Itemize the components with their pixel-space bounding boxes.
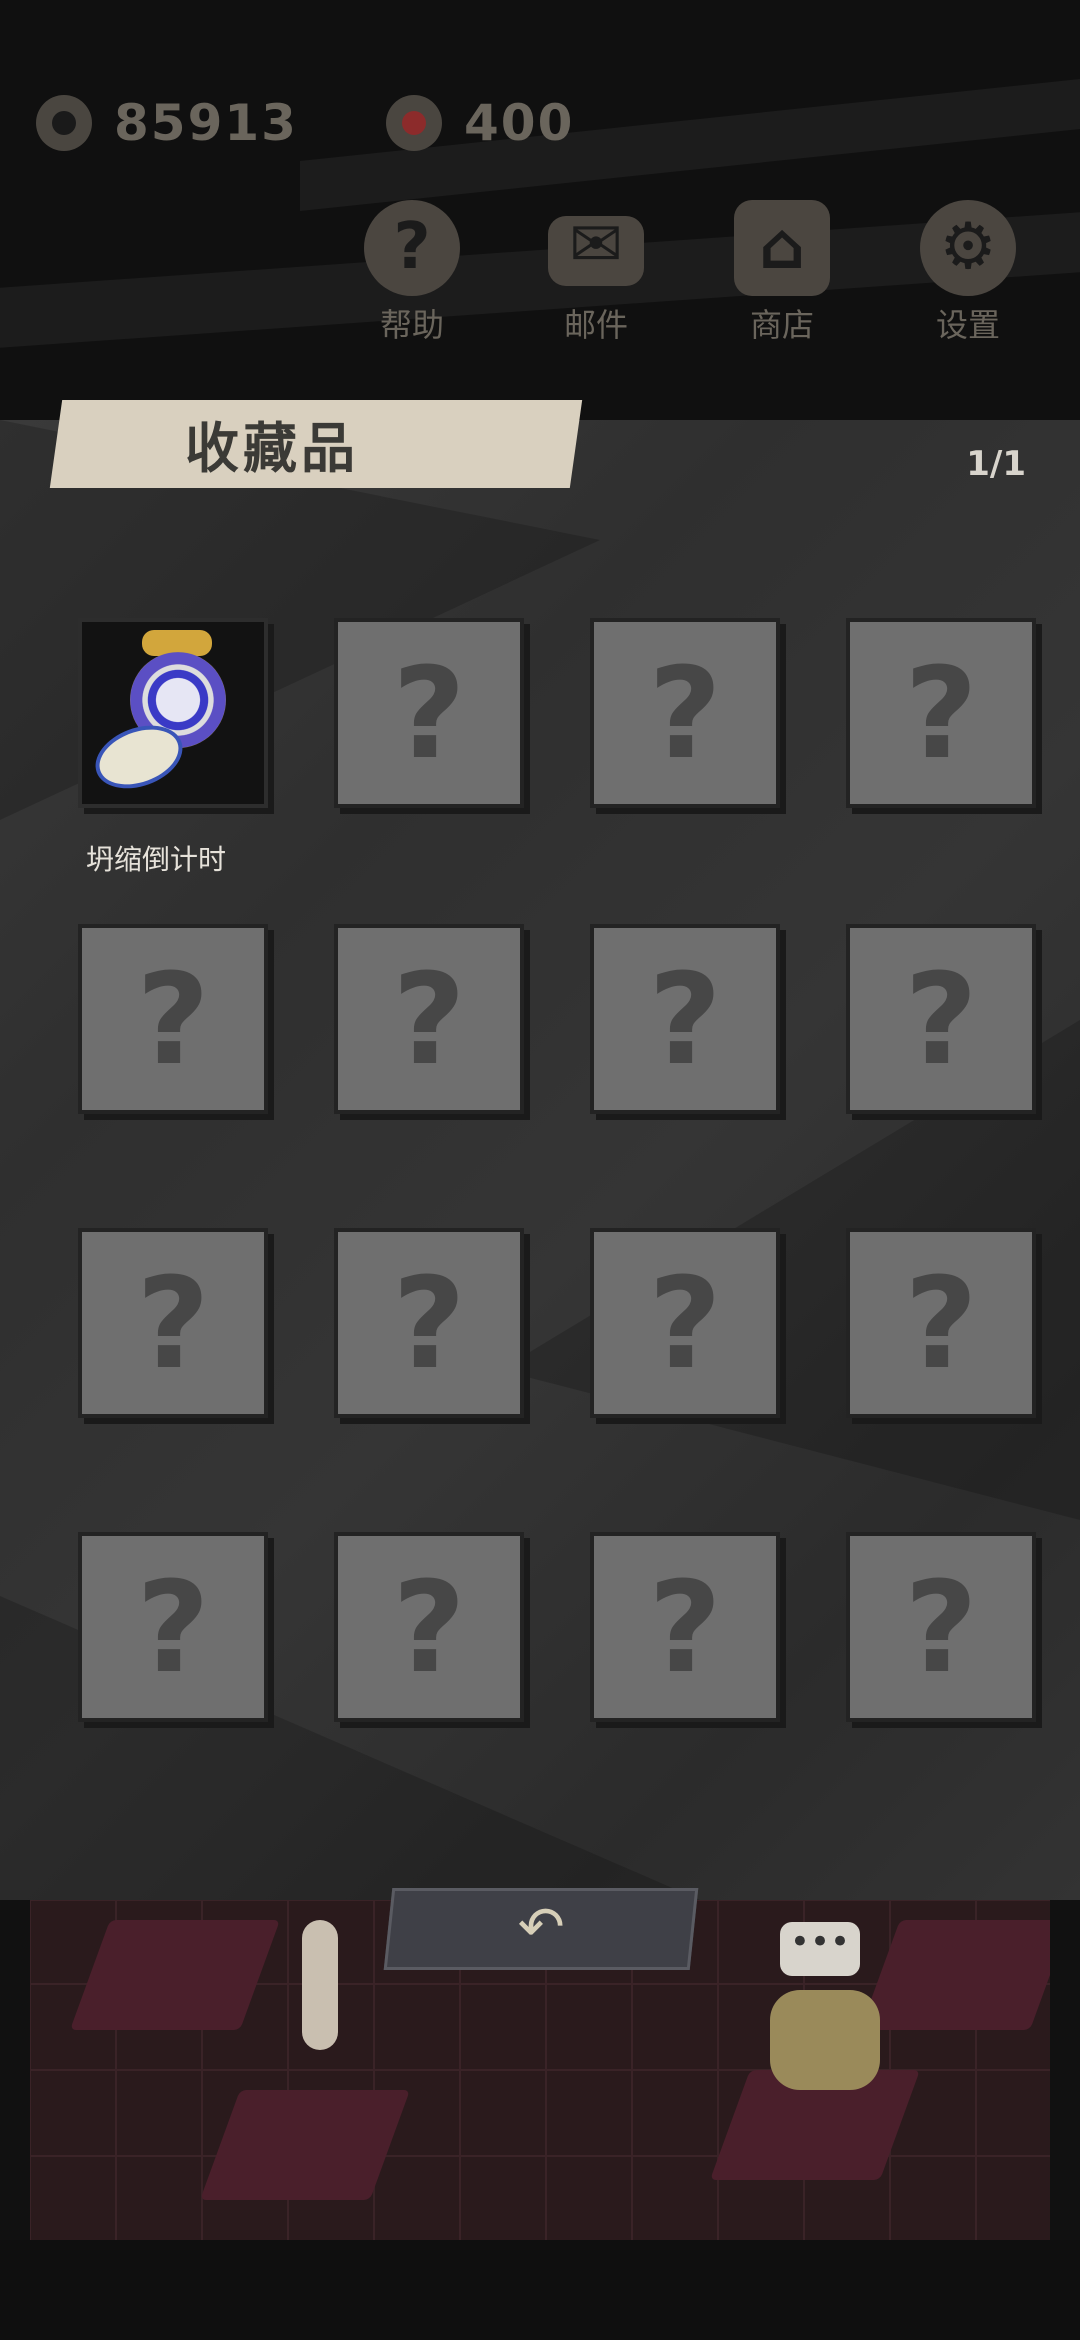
back-button[interactable]: ↶ (383, 1888, 699, 1970)
question-mark-icon: ? (392, 1250, 466, 1397)
gem-value: 400 (464, 94, 575, 152)
coin-icon (36, 95, 92, 151)
page-title: 收藏品 (185, 417, 359, 480)
question-mark-icon: ? (392, 640, 466, 787)
help-icon: ? (364, 200, 460, 296)
question-mark-icon: ? (904, 640, 978, 787)
collection-slot-locked[interactable]: ? (590, 924, 780, 1114)
customer-character[interactable] (770, 1990, 880, 2090)
settings-icon: ⚙ (920, 200, 1016, 296)
help-button[interactable]: ? 帮助 (352, 200, 472, 346)
collection-slot-locked[interactable]: ? (846, 1532, 1036, 1722)
question-mark-icon: ? (136, 1554, 210, 1701)
collection-slot-locked[interactable]: ? (590, 618, 780, 808)
question-mark-icon: ? (136, 946, 210, 1093)
collection-slot-locked[interactable]: ? (334, 1532, 524, 1722)
collection-slot-unlocked[interactable] (78, 618, 268, 808)
collection-slot-locked[interactable]: ? (78, 1532, 268, 1722)
question-mark-icon: ? (648, 640, 722, 787)
question-mark-icon: ? (648, 1250, 722, 1397)
shop-label: 商店 (749, 306, 814, 344)
mail-icon: ✉ (548, 208, 644, 286)
mail-button[interactable]: ✉ 邮件 (536, 200, 656, 346)
question-mark-icon: ? (648, 1554, 722, 1701)
waitress-character (302, 1920, 338, 2050)
question-mark-icon: ? (904, 946, 978, 1093)
collection-slot-locked[interactable]: ? (846, 924, 1036, 1114)
settings-label: 设置 (935, 306, 1000, 344)
collection-slot-locked[interactable]: ? (590, 1532, 780, 1722)
back-arrow-icon: ↶ (517, 1895, 565, 1960)
question-mark-icon: ? (136, 1250, 210, 1397)
coin-value: 85913 (114, 94, 298, 152)
collection-slot-locked[interactable]: ? (334, 924, 524, 1114)
collection-slot-locked[interactable]: ? (78, 1228, 268, 1418)
gem-counter: 400 (386, 94, 574, 152)
question-mark-icon: ? (904, 1250, 978, 1397)
question-mark-icon: ? (648, 946, 722, 1093)
eye-gem-icon (386, 95, 442, 151)
settings-button[interactable]: ⚙ 设置 (908, 200, 1028, 346)
collection-slot-locked[interactable]: ? (334, 1228, 524, 1418)
page-indicator: 1/1 (966, 444, 1026, 484)
collection-slot-locked[interactable]: ? (846, 618, 1036, 808)
shop-icon: ⌂ (734, 200, 830, 296)
collection-slot-locked[interactable]: ? (334, 618, 524, 808)
collection-slot-locked[interactable]: ? (590, 1228, 780, 1418)
question-mark-icon: ? (904, 1554, 978, 1701)
bottom-edge (0, 2240, 1080, 2340)
collection-slot-locked[interactable]: ? (78, 924, 268, 1114)
mail-label: 邮件 (563, 306, 628, 344)
question-mark-icon: ? (392, 946, 466, 1093)
item-name: 坍缩倒计时 (86, 843, 227, 876)
collection-slot-locked[interactable]: ? (846, 1228, 1036, 1418)
question-mark-icon: ? (392, 1554, 466, 1701)
coin-counter: 85913 (36, 94, 298, 152)
help-label: 帮助 (379, 306, 444, 344)
chat-bubble-icon[interactable]: ••• (780, 1922, 860, 1976)
shop-button[interactable]: ⌂ 商店 (722, 200, 842, 346)
